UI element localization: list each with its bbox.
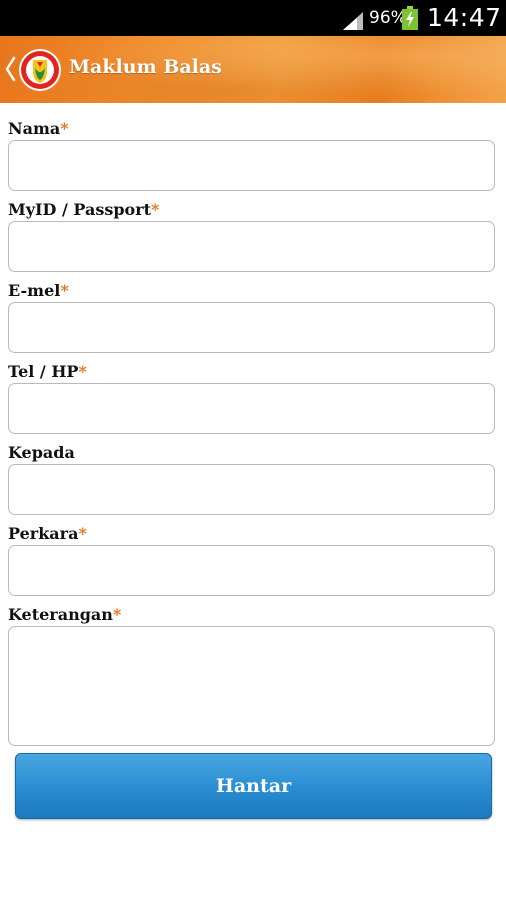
nama-input[interactable]: [8, 140, 495, 191]
required-marker: *: [151, 200, 160, 219]
clock: 14:47: [427, 3, 502, 32]
required-marker: *: [78, 524, 87, 543]
required-marker: *: [78, 362, 87, 381]
label-myid-passport: MyID / Passport*: [8, 200, 160, 219]
signal-icon: [343, 12, 363, 30]
tel-hp-input[interactable]: [8, 383, 495, 434]
label-tel-hp: Tel / HP*: [8, 362, 87, 381]
myid-passport-input[interactable]: [8, 221, 495, 272]
app-header: Maklum Balas: [0, 36, 506, 103]
keterangan-textarea[interactable]: [8, 626, 495, 746]
label-email: E-mel*: [8, 281, 69, 300]
label-perkara: Perkara*: [8, 524, 87, 543]
required-marker: *: [60, 281, 69, 300]
label-keterangan: Keterangan*: [8, 605, 122, 624]
page-title: Maklum Balas: [69, 56, 222, 78]
required-marker: *: [60, 119, 69, 138]
back-chevron-icon[interactable]: [4, 54, 16, 84]
battery-icon: [402, 6, 418, 30]
label-kepada: Kepada: [8, 443, 75, 462]
email-input[interactable]: [8, 302, 495, 353]
perkara-input[interactable]: [8, 545, 495, 596]
hantar-button[interactable]: Hantar: [15, 753, 492, 819]
state-emblem-icon[interactable]: [18, 48, 62, 92]
status-bar: 96% 14:47: [0, 0, 506, 36]
kepada-input[interactable]: [8, 464, 495, 515]
label-nama: Nama*: [8, 119, 69, 138]
required-marker: *: [112, 605, 122, 624]
